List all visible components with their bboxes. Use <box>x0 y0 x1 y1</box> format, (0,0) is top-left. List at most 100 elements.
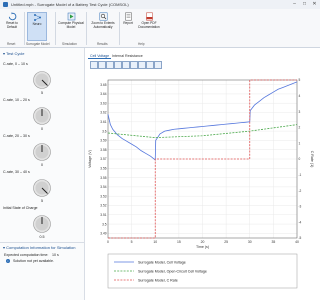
y2-tick-label: -4 <box>299 220 302 224</box>
y-tick-label: 3.53 <box>100 194 106 198</box>
section-divider <box>0 242 84 243</box>
grid-icon[interactable] <box>130 61 138 69</box>
neural-network-icon <box>33 13 42 22</box>
x-tick-label: 0 <box>107 240 109 244</box>
y-tick-label: 3.5 <box>102 222 107 226</box>
ribbon-toolbar: Reset to Default Reset Neuro Surrogate M… <box>0 9 320 48</box>
state-of-charge-knob[interactable] <box>32 214 52 235</box>
solution-status: Solution not yet available. <box>13 259 54 263</box>
y-tick-label: 3.57 <box>100 157 106 161</box>
knob-value-4: 5 <box>41 199 43 203</box>
y-tick-label: 3.65 <box>100 83 106 87</box>
y2-axis-label: C Rate (1) <box>310 151 314 168</box>
y-tick-label: 3.51 <box>100 213 106 217</box>
y-tick-label: 3.55 <box>100 176 106 180</box>
legend-label-3: Surrogate Model, C Rate <box>138 278 178 282</box>
y2-tick-label: 4 <box>299 94 301 98</box>
x-tick-label: 10 <box>153 240 157 244</box>
computation-header: Computation Information for Simulation <box>6 245 76 250</box>
y2-tick-label: 1 <box>299 141 301 145</box>
ribbon-separator <box>119 12 120 45</box>
group-label-reset: Reset <box>7 42 16 46</box>
knob-label-4: C-rate, 30 – 40 s <box>3 170 30 174</box>
data-export-icon[interactable] <box>154 61 162 69</box>
knob-value-2: 0 <box>41 127 43 131</box>
ribbon-separator <box>86 12 87 45</box>
x-axis-label: Time (s) <box>196 245 209 249</box>
reset-to-default-button[interactable]: Reset to Default <box>3 12 21 29</box>
window-title: Untitled.mph - Surrogate Model of a Batt… <box>11 2 129 7</box>
reset-icon <box>8 12 17 21</box>
report-button[interactable]: Report <box>121 12 135 26</box>
scene-light-icon[interactable] <box>122 61 130 69</box>
voltage-chart: 0 5 10 15 20 25 30 35 403.653.643.633.623.613.63… <box>85 70 320 300</box>
c-rate-knob-2[interactable] <box>32 106 52 127</box>
open-pdf-documentation-button[interactable]: Open PDF Documentation <box>137 12 161 29</box>
expected-time-label: Expected computation time: <box>4 253 49 257</box>
pdf-icon <box>145 12 154 21</box>
legend-label-2: Surrogate Model, Open-Circuit Cell Volta… <box>138 269 207 273</box>
legend-icon[interactable] <box>138 61 146 69</box>
x-tick-label: 30 <box>248 240 252 244</box>
knob-label-2: C-rate, 10 – 20 s <box>3 98 30 102</box>
expected-time-value: 10 s <box>52 253 59 257</box>
y-tick-label: 3.58 <box>100 148 106 152</box>
image-export-icon[interactable] <box>146 61 154 69</box>
x-tick-label: 20 <box>201 240 205 244</box>
group-label-help: Help <box>138 42 145 46</box>
knob-label-1: C-rate, 0 – 10 s <box>3 62 28 66</box>
group-label-results: Results <box>97 42 108 46</box>
plot-toolbar <box>90 61 250 69</box>
minimize-button[interactable]: – <box>290 1 299 8</box>
y2-tick-label: -2 <box>299 189 302 193</box>
tab-internal-resistance[interactable]: Internal Resistance <box>110 54 145 58</box>
y-tick-label: 3.61 <box>100 120 106 124</box>
zoom-out-icon[interactable] <box>98 61 106 69</box>
y2-tick-label: 5 <box>299 78 301 82</box>
zoom-box-icon[interactable] <box>106 61 114 69</box>
y2-tick-label: -5 <box>299 236 302 240</box>
legend-label-1: Surrogate Model, Cell Voltage <box>138 260 186 264</box>
c-rate-knob-4[interactable] <box>32 178 52 199</box>
compute-physical-model-button[interactable]: Compute Physical Model <box>58 12 84 29</box>
settings-panel: ▾ Test Cycle C-rate, 0 – 10 s 5 C-rate, … <box>0 48 85 300</box>
x-tick-label: 40 <box>295 240 299 244</box>
reset-button-label: Reset to Default <box>6 21 18 29</box>
test-cycle-section[interactable]: ▾ Test Cycle <box>3 51 25 56</box>
y2-tick-label: 3 <box>299 110 301 114</box>
y-tick-label: 3.62 <box>100 111 106 115</box>
knob-value-1: 5 <box>41 91 43 95</box>
y-axis-label: Voltage (V) <box>88 150 92 168</box>
y2-tick-label: 0 <box>299 157 301 161</box>
x-tick-label: 25 <box>224 240 228 244</box>
app-icon <box>3 2 8 7</box>
knob-value-3: 0 <box>41 163 43 167</box>
compute-icon <box>67 12 76 21</box>
y-tick-label: 3.63 <box>100 101 106 105</box>
maximize-button[interactable]: □ <box>300 1 309 8</box>
ribbon-separator <box>55 12 56 45</box>
zoom-in-icon[interactable] <box>90 61 98 69</box>
chart-legend: Surrogate Model, Cell Voltage Surrogate M… <box>107 253 298 289</box>
compute-button-label: Compute Physical Model <box>58 21 84 29</box>
report-icon <box>124 12 133 21</box>
y-tick-label: 3.54 <box>100 185 106 189</box>
c-rate-knob-1[interactable] <box>32 70 52 91</box>
y2-tick-label: -1 <box>299 173 302 177</box>
knob-label-3: C-rate, 20 – 30 s <box>3 134 30 138</box>
zoom-extents-icon <box>99 12 108 21</box>
zoom-extents-icon[interactable] <box>114 61 122 69</box>
zoom-to-extents-button[interactable]: Zoom to Extents Automatically <box>89 12 117 29</box>
c-rate-knob-3[interactable] <box>32 142 52 163</box>
knob-label-5: Initial State of Charge <box>3 206 38 210</box>
neuro-button[interactable]: Neuro <box>27 12 47 41</box>
neuro-button-label: Neuro <box>32 22 42 26</box>
y2-tick-label: 2 <box>299 126 301 130</box>
computation-section[interactable]: ▾ Computation Information for Simulation <box>3 245 76 250</box>
y-tick-label: 3.64 <box>100 92 106 96</box>
close-button[interactable]: ✕ <box>310 1 319 8</box>
y-tick-label: 3.52 <box>100 204 106 208</box>
y-tick-label: 3.49 <box>100 232 106 236</box>
y-tick-label: 3.6 <box>102 129 107 133</box>
tab-cell-voltage[interactable]: Cell Voltage <box>88 54 112 59</box>
